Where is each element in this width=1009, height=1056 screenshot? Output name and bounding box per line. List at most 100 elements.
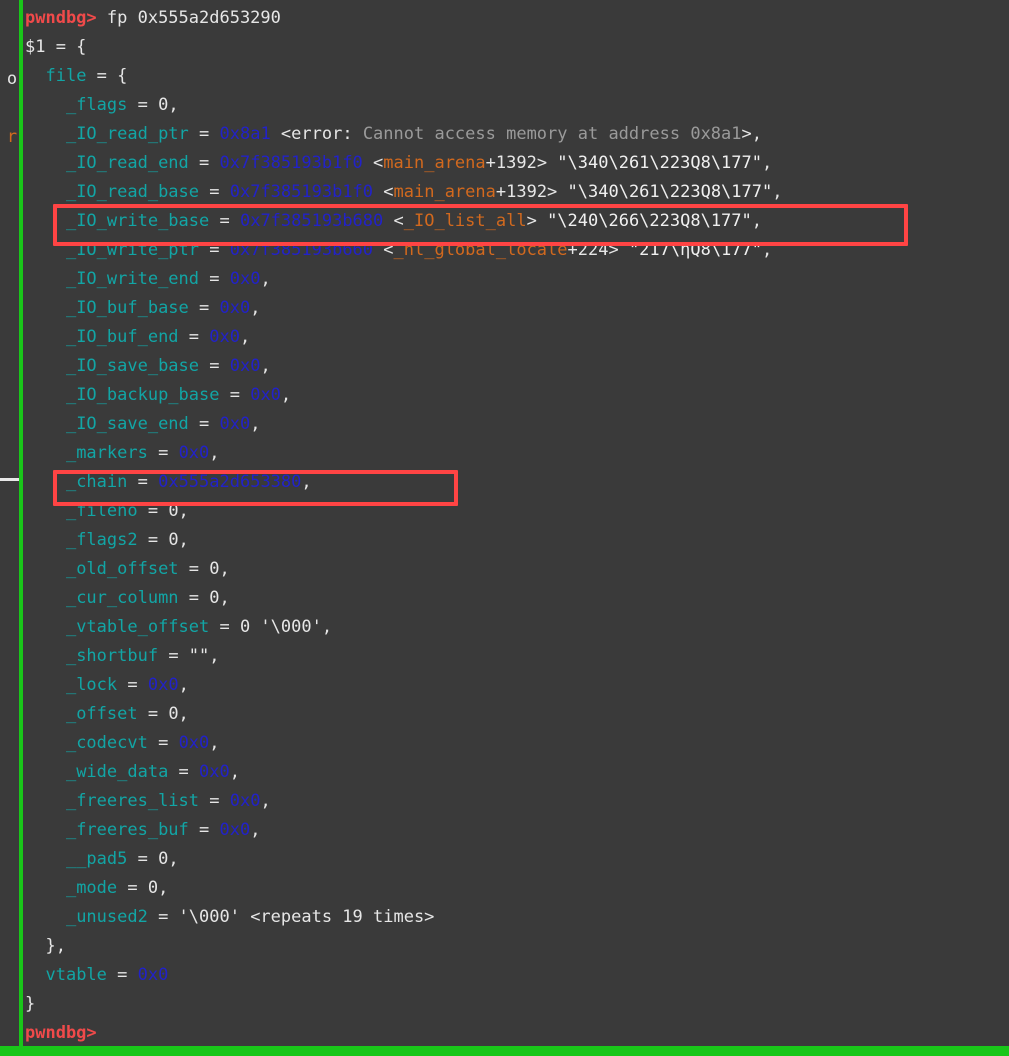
terminal-line: _vtable_offset = 0 '\000', <box>25 613 1009 642</box>
text-span-plain: = <box>199 240 230 260</box>
terminal-line: _freeres_list = 0x0, <box>25 787 1009 816</box>
text-span-plain: = "", <box>158 646 220 666</box>
terminal-line: _IO_buf_base = 0x0, <box>25 294 1009 323</box>
terminal-line: _chain = 0x555a2d653380, <box>25 468 1009 497</box>
text-span-plain: < <box>373 182 394 202</box>
text-span-field: vtable <box>45 965 107 985</box>
text-span-plain: = <box>199 791 230 811</box>
text-span-num: 0x7f385193b1f0 <box>219 153 363 173</box>
text-span-num: 0x0 <box>219 298 251 318</box>
text-span-plain: = 0, <box>178 559 230 579</box>
text-span-str: "\340\261\223Q8\177" <box>567 182 773 202</box>
text-span-field: __pad5 <box>65 849 128 869</box>
text-span-plain <box>25 182 66 202</box>
text-span-plain: = <box>199 269 230 289</box>
text-span-plain: = <box>147 733 179 753</box>
text-span-field: _wide_data <box>65 762 169 782</box>
text-span-field: _IO_buf_base <box>65 298 189 318</box>
text-span-field: _IO_buf_end <box>65 327 179 347</box>
text-span-field: _codecvt <box>65 733 148 753</box>
terminal-line: _flags = 0, <box>25 91 1009 120</box>
text-span-field: _freeres_buf <box>65 820 189 840</box>
text-span-num: 0x555a2d653380 <box>158 472 302 492</box>
text-span-plain <box>25 240 66 260</box>
text-span-plain <box>25 878 66 898</box>
terminal-line: _IO_write_base = 0x7f385193b680 <_IO_lis… <box>25 207 1009 236</box>
terminal-line: _markers = 0x0, <box>25 439 1009 468</box>
text-span-num: 0x7f385193b660 <box>229 240 374 260</box>
text-span-field: _vtable_offset <box>65 617 210 637</box>
terminal-line: _mode = 0, <box>25 874 1009 903</box>
text-span-plain <box>25 907 66 927</box>
terminal-line: _IO_read_base = 0x7f385193b1f0 <main_are… <box>25 178 1009 207</box>
text-span-plain <box>25 704 66 724</box>
text-span-plain: = <box>188 124 220 144</box>
text-span-plain: , <box>280 385 292 405</box>
text-span-field: _IO_save_base <box>65 356 200 376</box>
text-span-plain: <error: <box>270 124 363 144</box>
terminal-window: or pwndbg> fp 0x555a2d653290 $1 = { file … <box>0 0 1009 1056</box>
terminal-output[interactable]: pwndbg> fp 0x555a2d653290 $1 = { file = {… <box>25 4 1009 1048</box>
text-span-plain <box>25 153 66 173</box>
text-span-field: _cur_column <box>65 588 179 608</box>
text-span-plain <box>25 588 66 608</box>
text-span-plain <box>25 675 66 695</box>
text-span-field: _chain <box>65 472 128 492</box>
text-span-plain <box>25 820 66 840</box>
text-span-field: _IO_read_ptr <box>65 124 189 144</box>
text-span-num: 0x0 <box>147 675 179 695</box>
text-span-plain: = <box>117 675 148 695</box>
text-span-str: "\340\261\223Q8\177" <box>557 153 762 173</box>
text-span-plain: , <box>178 675 189 695</box>
text-span-field: _flags <box>65 95 128 115</box>
pane-separator <box>19 0 23 1048</box>
text-span-plain: +1392> <box>495 182 568 202</box>
text-span-plain <box>25 385 66 405</box>
text-span-field: _IO_write_base <box>65 211 210 231</box>
text-span-plain: = <box>147 443 179 463</box>
text-span-plain <box>25 530 66 550</box>
text-span-plain <box>25 443 66 463</box>
text-span-field: _markers <box>65 443 148 463</box>
text-span-plain: = <box>219 385 251 405</box>
text-span-sym: _IO_list_all <box>403 211 527 231</box>
text-span-plain: = 0, <box>178 588 230 608</box>
text-span-plain: = 0, <box>137 704 189 724</box>
text-span-plain <box>25 791 66 811</box>
terminal-line: _IO_read_ptr = 0x8a1 <error: Cannot acce… <box>25 120 1009 149</box>
text-span-plain: , <box>762 240 773 260</box>
text-span-plain <box>25 95 66 115</box>
terminal-line: } <box>25 990 1009 1019</box>
terminal-line: _old_offset = 0, <box>25 555 1009 584</box>
text-span-cmd: fp 0x555a2d653290 <box>96 8 281 28</box>
text-span-plain: = <box>178 327 210 347</box>
text-span-plain: $1 = { <box>25 37 87 57</box>
text-span-field: _IO_save_end <box>65 414 189 434</box>
text-span-field: _unused2 <box>65 907 148 927</box>
text-span-plain: < <box>362 153 384 173</box>
text-span-plain: = <box>188 820 220 840</box>
text-span-plain: , <box>250 298 261 318</box>
text-span-plain <box>25 211 66 231</box>
terminal-line: _IO_write_ptr = 0x7f385193b660 <_nl_glob… <box>25 236 1009 265</box>
text-span-field: _IO_write_end <box>65 269 200 289</box>
text-span-num: 0x0 <box>178 443 210 463</box>
text-span-plain: , <box>260 269 271 289</box>
text-span-field: _flags2 <box>65 530 138 550</box>
text-span-plain: > <box>526 211 548 231</box>
text-span-plain: , <box>260 356 271 376</box>
text-span-plain: = <box>188 414 220 434</box>
text-span-plain: , <box>762 153 773 173</box>
terminal-line: _fileno = 0, <box>25 497 1009 526</box>
text-span-field: _shortbuf <box>65 646 159 666</box>
text-span-field: _freeres_list <box>65 791 200 811</box>
text-span-field: _mode <box>65 878 118 898</box>
text-span-num: 0x0 <box>250 385 281 405</box>
terminal-line: _offset = 0, <box>25 700 1009 729</box>
text-span-plain: = 0, <box>137 501 189 521</box>
terminal-line: file = { <box>25 62 1009 91</box>
text-span-plain: , <box>250 414 261 434</box>
text-span-field: _IO_read_end <box>65 153 189 173</box>
terminal-line: _IO_read_end = 0x7f385193b1f0 <main_aren… <box>25 149 1009 178</box>
status-bar <box>0 1046 1009 1056</box>
